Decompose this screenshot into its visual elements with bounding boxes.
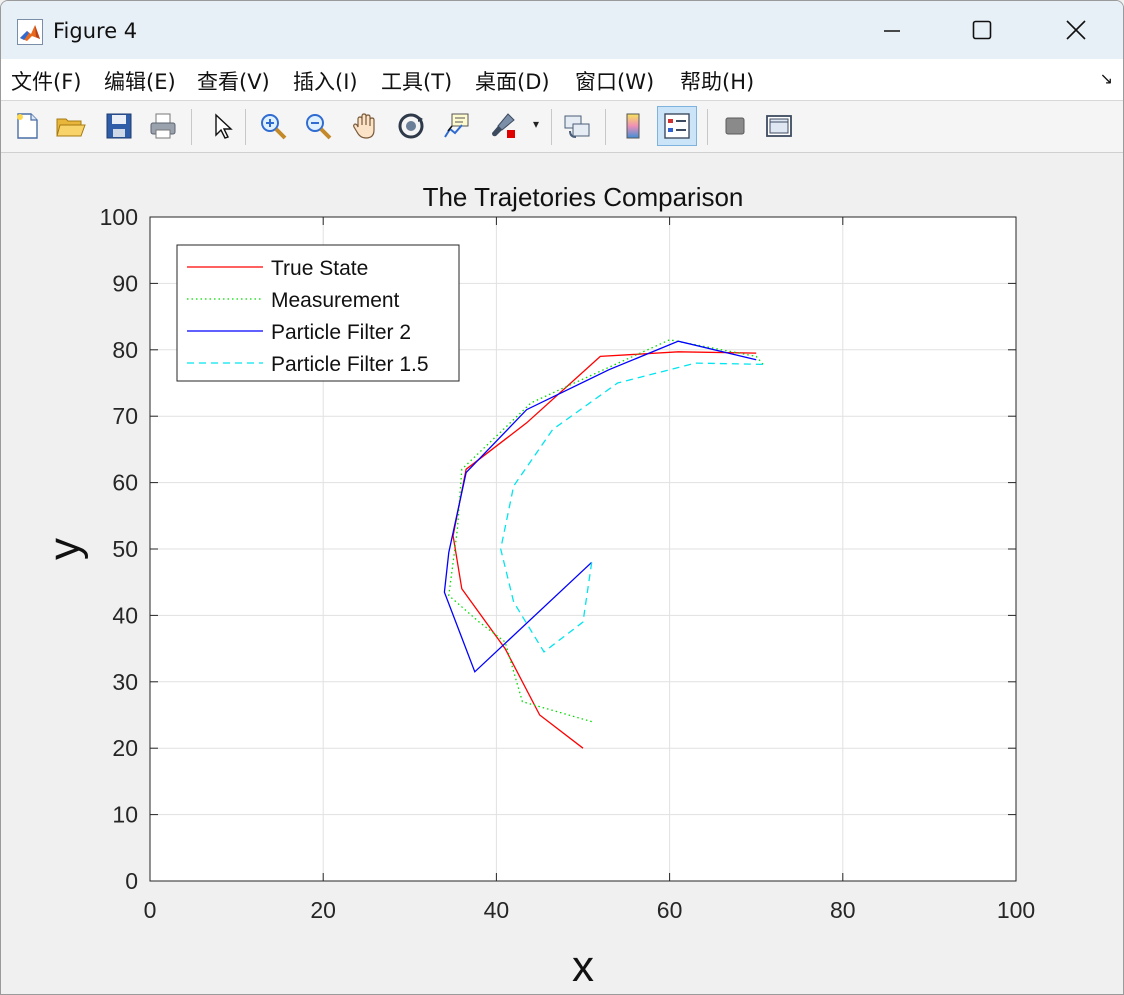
legend-icon (664, 113, 690, 139)
zoom-out-button[interactable] (298, 106, 338, 146)
new-figure-icon (17, 113, 38, 139)
y-tick-label: 30 (112, 669, 138, 695)
x-tick-label: 80 (830, 897, 856, 923)
link-plot-button[interactable] (557, 106, 597, 146)
brush-icon (492, 113, 515, 138)
menu-bar: 文件(F) 编辑(E) 查看(V) 插入(I) 工具(T) 桌面(D) 窗口(W… (1, 59, 1123, 101)
colorbar-button[interactable] (613, 106, 653, 146)
hide-plot-tools-icon (725, 117, 745, 135)
colorbar-icon (626, 113, 640, 139)
x-tick-label: 40 (484, 897, 510, 923)
close-icon (1066, 20, 1086, 40)
legend-button[interactable] (657, 106, 697, 146)
y-tick-label: 50 (112, 536, 138, 562)
menu-view[interactable]: 查看(V) (197, 66, 270, 96)
x-tick-label: 20 (310, 897, 336, 923)
brush-button[interactable] (483, 106, 523, 146)
link-plot-icon (564, 115, 590, 138)
legend-label: Particle Filter 2 (271, 321, 411, 344)
hide-plot-tools-button[interactable] (715, 106, 755, 146)
pan-button[interactable] (345, 106, 385, 146)
window-title: Figure 4 (53, 19, 138, 43)
minimize-icon (884, 30, 900, 32)
show-plot-tools-icon (766, 115, 792, 137)
plot-svg[interactable]: 0 20 40 60 80 100 0 10 20 30 40 50 60 70 80 90 100 The T… (1, 153, 1124, 995)
legend-label: True State (271, 257, 368, 280)
select-arrow-button[interactable] (201, 106, 241, 146)
y-tick-label: 100 (100, 204, 138, 230)
save-icon (106, 113, 132, 139)
menu-file[interactable]: 文件(F) (11, 66, 81, 96)
legend-label: Measurement (271, 289, 400, 312)
menu-tools[interactable]: 工具(T) (381, 66, 452, 96)
rotate-3d-icon (398, 113, 424, 139)
data-cursor-icon (444, 113, 469, 138)
y-tick-label: 60 (112, 470, 138, 496)
zoom-out-icon (306, 114, 332, 140)
zoom-in-button[interactable] (253, 106, 293, 146)
select-arrow-icon (215, 113, 233, 139)
figure-window: Figure 4 文件(F) 编辑(E) 查看(V) 插入(I) 工具(T) 桌… (0, 0, 1124, 995)
maximize-button[interactable] (959, 9, 1005, 51)
figure-canvas: 0 20 40 60 80 100 0 10 20 30 40 50 60 70 80 90 100 The T… (1, 153, 1124, 995)
legend[interactable]: True State Measurement Particle Filter 2 Pa… (176, 244, 460, 382)
title-bar: Figure 4 (1, 1, 1123, 59)
close-button[interactable] (1053, 9, 1099, 51)
y-tick-label: 70 (112, 403, 138, 429)
chart-title: The Trajetories Comparison (423, 182, 744, 212)
y-tick-label: 90 (112, 270, 138, 296)
print-icon (150, 113, 176, 139)
show-plot-tools-button[interactable] (759, 106, 799, 146)
menu-edit[interactable]: 编辑(E) (104, 66, 176, 96)
new-figure-button[interactable] (7, 106, 47, 146)
y-tick-label: 80 (112, 337, 138, 363)
save-button[interactable] (99, 106, 139, 146)
x-axis-label: x (572, 942, 594, 991)
y-axis-label: y (40, 538, 89, 560)
menu-help[interactable]: 帮助(H) (680, 66, 754, 96)
brush-dropdown-icon[interactable]: ▾ (533, 117, 539, 131)
dock-arrow-icon[interactable]: ↘ (1100, 69, 1113, 88)
maximize-icon (972, 20, 992, 40)
data-cursor-button[interactable] (437, 106, 477, 146)
print-button[interactable] (143, 106, 183, 146)
legend-label: Particle Filter 1.5 (271, 353, 429, 376)
x-tick-label: 60 (657, 897, 683, 923)
menu-desktop[interactable]: 桌面(D) (475, 66, 550, 96)
pan-hand-icon (353, 113, 375, 139)
open-file-icon (56, 118, 86, 137)
menu-insert[interactable]: 插入(I) (293, 66, 358, 96)
x-tick-label: 0 (144, 897, 157, 923)
y-tick-label: 20 (112, 735, 138, 761)
y-tick-label: 10 (112, 802, 138, 828)
open-file-button[interactable] (51, 106, 91, 146)
x-tick-label: 100 (997, 897, 1035, 923)
minimize-button[interactable] (869, 9, 915, 51)
figure-toolbar: ▾ (1, 101, 1123, 153)
matlab-icon (17, 19, 43, 45)
y-tick-label: 0 (125, 868, 138, 894)
rotate-3d-button[interactable] (391, 106, 431, 146)
menu-window[interactable]: 窗口(W) (575, 66, 654, 96)
y-tick-label: 40 (112, 602, 138, 628)
zoom-in-icon (261, 114, 287, 140)
